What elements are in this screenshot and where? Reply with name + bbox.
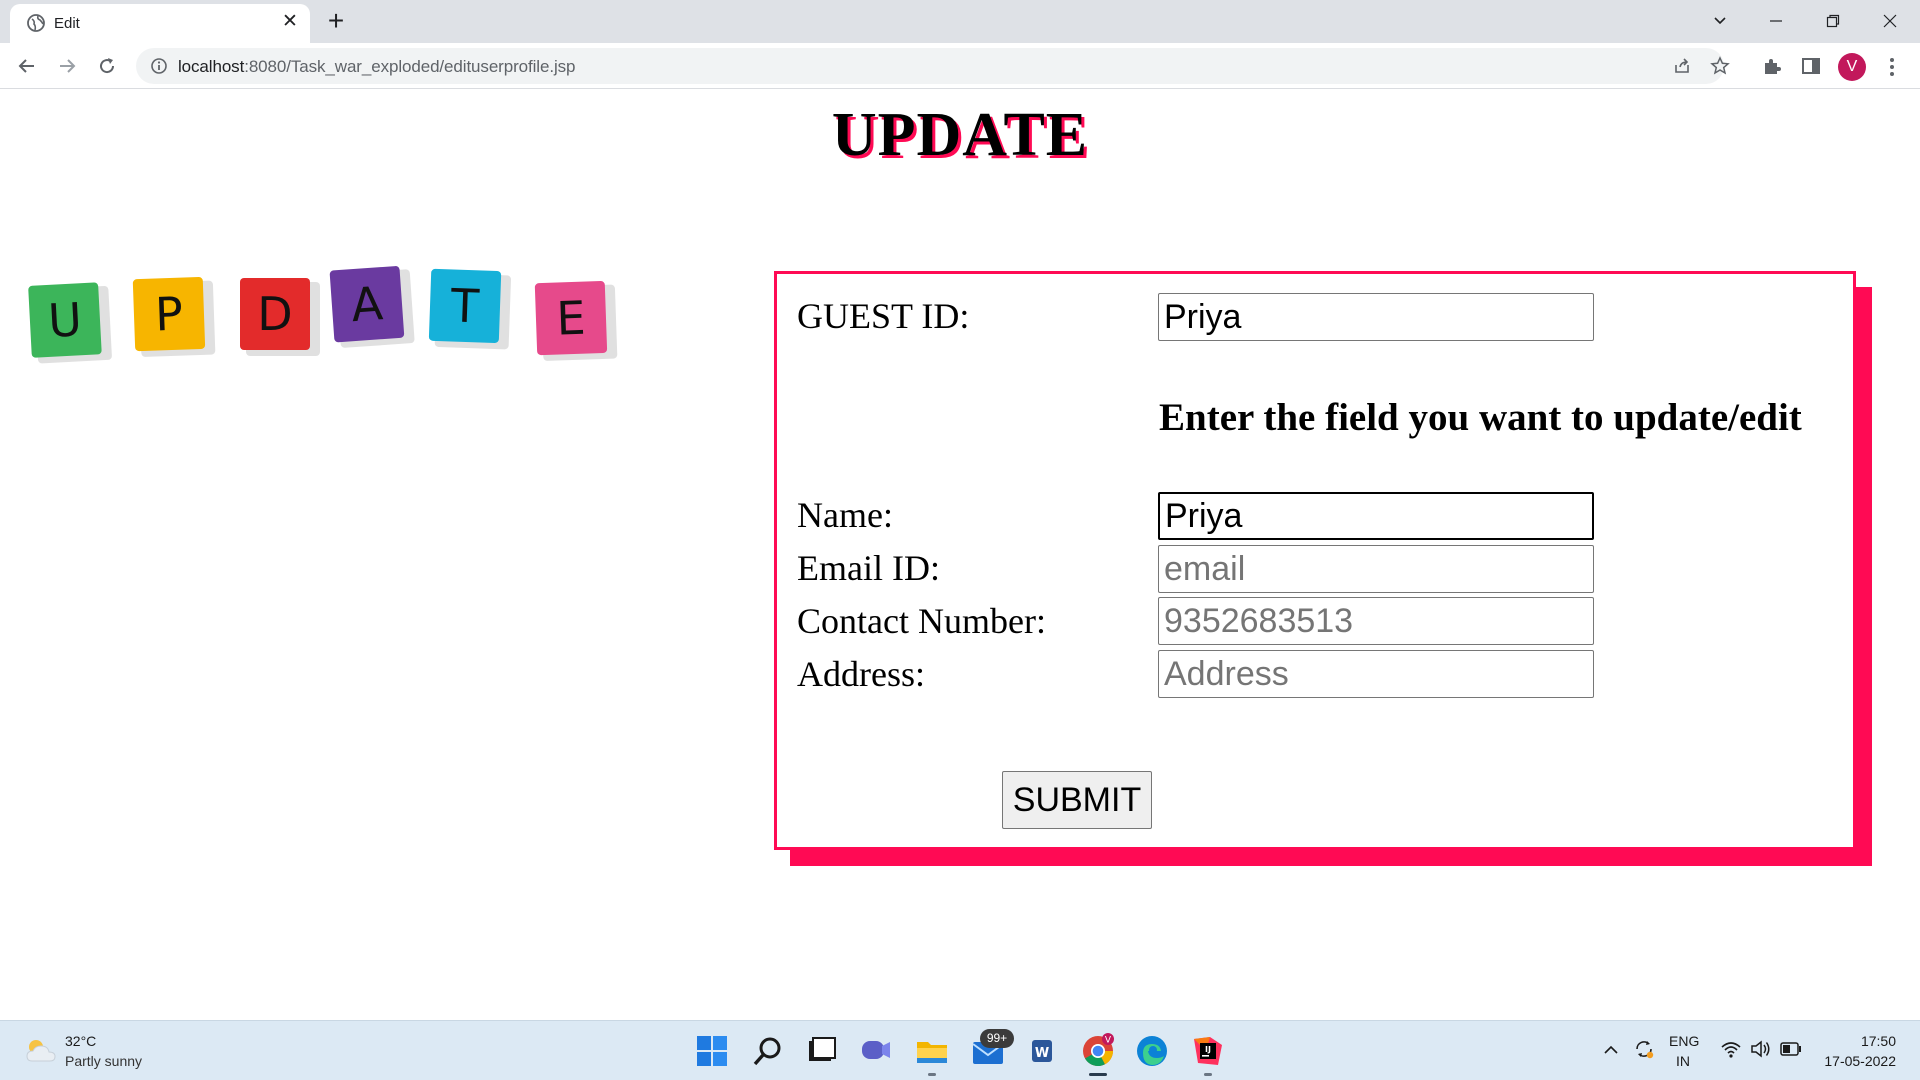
block-t-letter: T [449,278,481,333]
side-panel-icon[interactable] [1800,55,1822,77]
chrome-active-indicator [1089,1073,1107,1076]
restore-icon [1826,14,1840,28]
submit-button[interactable]: SUBMIT [1002,771,1152,829]
svg-text:IJ: IJ [1205,1045,1211,1054]
tab-search-button[interactable] [1700,4,1740,38]
profile-avatar[interactable]: V [1838,53,1866,81]
forward-button[interactable] [51,50,83,82]
page-title: UPDATE [831,101,1089,169]
contact-number-input[interactable] [1158,597,1594,645]
search-icon[interactable] [750,1033,786,1069]
block-e-letter: E [555,291,586,346]
browser-tab[interactable]: Edit ✕ [10,4,310,43]
email-input[interactable] [1158,545,1594,593]
wifi-icon[interactable] [1720,1039,1742,1059]
instruction-heading: Enter the field you want to update/edit [1159,396,1802,439]
region-indicator: IN [1676,1053,1690,1069]
url-host: localhost [178,57,245,76]
clock-date: 17-05-2022 [1824,1053,1896,1069]
svg-text:W: W [1035,1046,1049,1061]
url-text: localhost:8080/Task_war_exploded/edituse… [178,57,575,77]
close-icon [1883,14,1897,28]
share-icon[interactable] [1672,56,1692,76]
block-p: P [132,277,216,357]
more-vertical-icon [1890,58,1894,76]
volume-icon[interactable] [1750,1039,1772,1059]
chevron-down-icon [1714,17,1726,25]
block-t: T [428,268,511,350]
intellij-icon[interactable]: IJ [1190,1033,1226,1069]
url-path: :8080/Task_war_exploded/edituserprofile.… [244,57,576,76]
minimize-button[interactable] [1756,4,1796,38]
contact-number-label: Contact Number: [797,601,1046,641]
show-hidden-icons-chevron-up-icon[interactable] [1602,1041,1620,1059]
windows-start-icon[interactable] [694,1033,730,1069]
block-u: U [28,282,112,364]
weather-temperature: 32°C [65,1033,97,1049]
new-tab-button[interactable]: + [320,6,352,38]
block-u-letter: U [47,292,83,348]
guest-id-label: GUEST ID: [797,296,970,336]
back-arrow-icon [18,59,34,73]
svg-text:V: V [1105,1036,1112,1046]
tab-title: Edit [54,15,80,32]
bookmark-star-icon[interactable] [1710,56,1730,76]
restore-button[interactable] [1813,4,1853,38]
chrome-icon[interactable]: V [1080,1033,1116,1069]
word-app-icon[interactable]: W [1024,1033,1060,1069]
weather-description: Partly sunny [65,1053,143,1069]
partly-sunny-icon[interactable] [24,1035,58,1065]
block-a-letter: A [349,276,385,332]
block-a: A [329,266,415,348]
block-d: D [240,278,320,356]
info-icon[interactable] [150,57,168,75]
teams-chat-icon[interactable] [858,1033,894,1069]
forward-arrow-icon [60,59,76,73]
reload-icon [100,58,115,74]
explorer-running-indicator [928,1073,936,1076]
sync-icon[interactable] [1632,1037,1656,1061]
address-label: Address: [797,654,925,694]
name-input[interactable] [1158,492,1594,540]
email-label: Email ID: [797,548,940,588]
address-input[interactable] [1158,650,1594,698]
intellij-running-indicator [1204,1073,1212,1076]
edge-icon[interactable] [1134,1033,1170,1069]
block-p-letter: P [154,287,184,342]
clock-time[interactable]: 17:50 [1820,1033,1896,1049]
windows-taskbar: 32°C Partly sunny 99+ W V IJ ENG IN 17:5… [0,1020,1920,1080]
battery-icon[interactable] [1780,1041,1802,1057]
block-e: E [534,281,618,361]
close-tab-icon[interactable]: ✕ [280,12,300,32]
globe-icon [27,14,45,32]
file-explorer-icon[interactable] [914,1033,950,1069]
browser-toolbar: localhost:8080/Task_war_exploded/edituse… [0,43,1920,89]
language-indicator[interactable]: ENG [1669,1033,1699,1049]
task-view-icon[interactable] [804,1033,840,1069]
browser-title-bar: Edit ✕ + [0,0,1920,43]
mail-unread-badge: 99+ [980,1029,1014,1048]
block-d-letter: D [257,287,292,341]
extensions-puzzle-icon[interactable] [1761,55,1783,77]
guest-id-input[interactable] [1158,293,1594,341]
browser-menu-button[interactable] [1884,53,1900,81]
reload-button[interactable] [91,50,123,82]
close-window-button[interactable] [1870,4,1910,38]
back-button[interactable] [11,50,43,82]
minimize-icon [1770,20,1782,22]
name-label: Name: [797,495,893,535]
address-bar[interactable]: localhost:8080/Task_war_exploded/edituse… [136,48,1730,84]
update-letter-blocks-image: U P D A T E [28,266,618,364]
update-form: GUEST ID: Enter the field you want to up… [774,271,1856,850]
